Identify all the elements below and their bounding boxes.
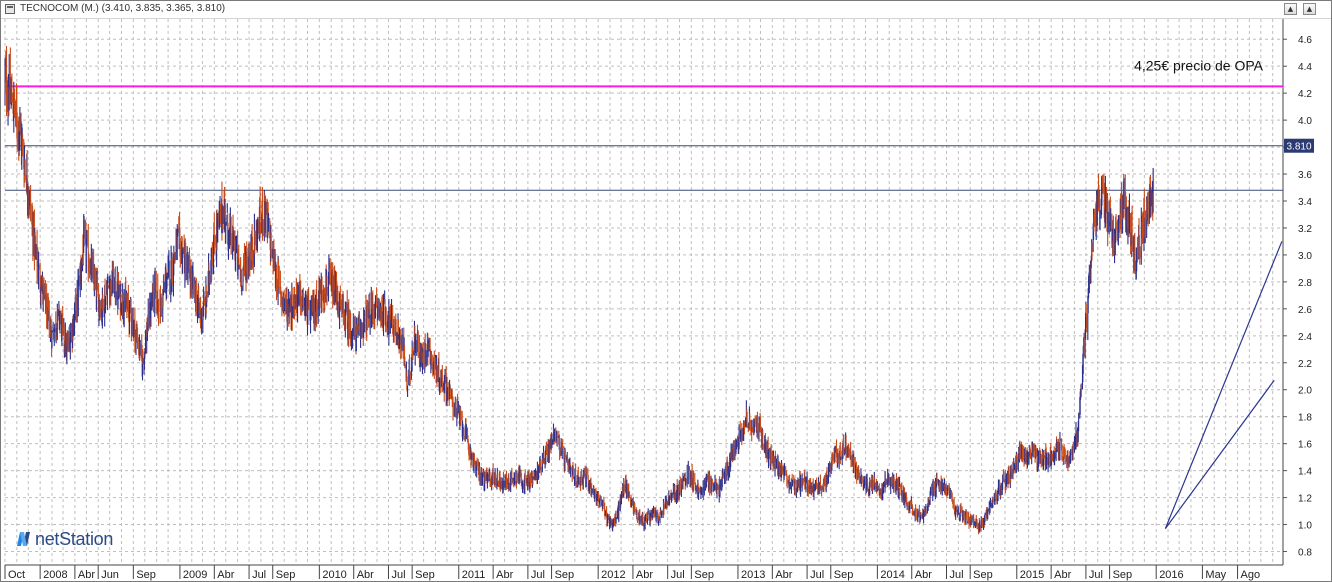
- chart-window: TECNOCOM (M.) (3.410, 3.835, 3.365, 3.81…: [0, 0, 1332, 582]
- x-tick-label: 2012: [601, 569, 625, 581]
- x-tick-label: Jul: [1089, 569, 1103, 581]
- title-bar: TECNOCOM (M.) (3.410, 3.835, 3.365, 3.81…: [1, 1, 1331, 19]
- x-tick-label: 2013: [741, 569, 765, 581]
- x-tick-label: Sep: [136, 569, 156, 581]
- last-price-label: 3.810: [1286, 142, 1311, 153]
- x-tick-label: Jun: [101, 569, 119, 581]
- x-tick-label: Abr: [915, 569, 932, 581]
- maximize-button[interactable]: ▲: [1303, 3, 1316, 15]
- x-tick-label: Jul: [252, 569, 266, 581]
- x-tick-label: 2010: [322, 569, 346, 581]
- x-tick-label: Jul: [810, 569, 824, 581]
- x-tick-label: Abr: [357, 569, 374, 581]
- window-menu-icon[interactable]: [5, 4, 15, 14]
- x-tick-label: Jul: [391, 569, 405, 581]
- x-tick-label: Sep: [555, 569, 575, 581]
- window-title: TECNOCOM (M.) (3.410, 3.835, 3.365, 3.81…: [20, 3, 226, 14]
- x-tick-label: Jul: [531, 569, 545, 581]
- x-tick-label: Abr: [1054, 569, 1071, 581]
- x-tick-label: 2011: [462, 569, 486, 581]
- x-tick-label: 2014: [880, 569, 904, 581]
- x-tick-label: Jul: [950, 569, 964, 581]
- x-tick-label: Sep: [1113, 569, 1133, 581]
- x-tick-label: 2015: [1020, 569, 1044, 581]
- x-tick-label: Jul: [671, 569, 685, 581]
- x-tick-label: 2016: [1159, 569, 1183, 581]
- price-chart[interactable]: 0.81.01.21.41.61.82.02.22.42.62.83.03.23…: [1, 19, 1331, 581]
- x-tick-label: Sep: [834, 569, 854, 581]
- x-tick-label: Abr: [496, 569, 513, 581]
- minimize-button[interactable]: ▲: [1284, 3, 1297, 15]
- logo-text: netStation: [35, 528, 114, 549]
- y-axis-panel: [1284, 19, 1331, 581]
- x-tick-label: Abr: [636, 569, 653, 581]
- x-tick-label: 2008: [43, 569, 67, 581]
- opa-annotation-label: 4,25€ precio de OPA: [1134, 57, 1264, 73]
- x-tick-label: Sep: [694, 569, 714, 581]
- netstation-logo-icon: [17, 532, 30, 546]
- netstation-logo: netStation: [16, 527, 113, 551]
- x-tick-label: May: [1205, 569, 1226, 581]
- x-tick-label: Sep: [415, 569, 435, 581]
- x-tick-label: Oct: [8, 569, 25, 581]
- x-tick-label: Ago: [1241, 569, 1261, 581]
- x-tick-label: Abr: [78, 569, 95, 581]
- x-tick-label: Sep: [276, 569, 296, 581]
- x-tick-label: Abr: [775, 569, 792, 581]
- x-tick-label: 2009: [183, 569, 207, 581]
- x-tick-label: Sep: [973, 569, 993, 581]
- x-tick-label: Abr: [217, 569, 234, 581]
